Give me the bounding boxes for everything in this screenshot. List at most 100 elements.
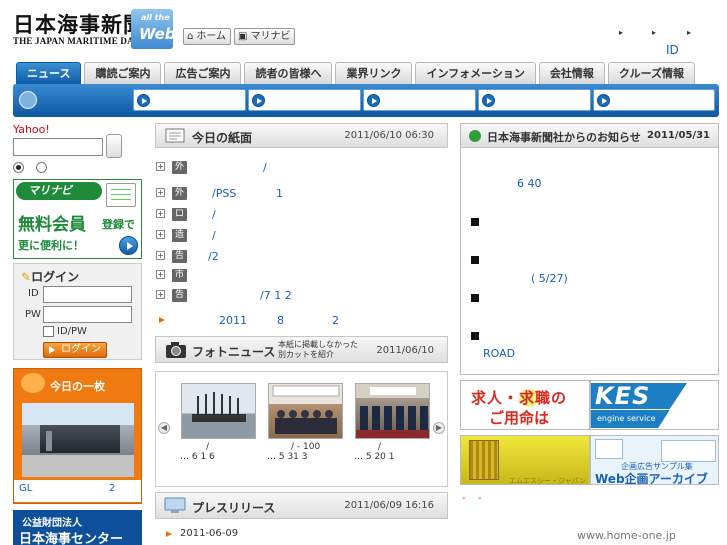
photo-of-the-day[interactable]: 今日の一枚 GL 2 [13,368,142,504]
web-archive-banner[interactable]: 企画広告サンプル集 Web企画アーカイブ [590,435,719,485]
photo-news-image[interactable] [268,383,343,439]
login-button[interactable]: ログイン [43,342,107,358]
sub-navigation [13,84,719,117]
expand-icon[interactable]: + [156,290,165,299]
tab-company[interactable]: 会社情報 [538,62,605,84]
tab-cruise[interactable]: クルーズ情報 [607,62,696,84]
page: { "header": { "logo_jp": "日本海事新聞", "logo… [0,0,727,545]
todays-paper-date: 2011/06/10 06:30 [344,130,434,141]
photo-caption-bottom[interactable]: … 5 20 1 [354,452,395,462]
marinavi-banner[interactable]: マリナビ 無料会員 登録で 更に便利に！ [13,179,142,259]
paper-footer-b[interactable]: 8 [277,314,284,327]
subnav-item[interactable] [593,89,715,111]
maritime-center-banner[interactable]: 公益財団法人 日本海事センター [13,510,142,545]
photo-news-image[interactable] [181,383,256,439]
press-release-date: 2011/06/09 16:16 [344,500,434,511]
photo-caption-top[interactable]: / - 100 [291,442,320,452]
notice-text[interactable]: 6 40 [517,177,542,190]
paper-footer-c[interactable]: 2 [332,314,339,327]
id-label: ID [28,288,39,299]
caption-text-b: 2 [109,483,116,494]
subnav-home-icon[interactable] [19,91,37,109]
expand-icon[interactable]: + [156,209,165,218]
login-title-text: ログイン [31,270,80,284]
marinavi-button[interactable]: ▣ マリナビ [234,28,296,45]
photo-news-note: 本紙に掲載しなかった 別カットを紹介 [278,340,358,360]
logo-japanese: 日本海事新聞 [13,12,145,37]
id-link[interactable]: ID [666,43,679,57]
press-release-header: プレスリリース 2011/06/09 16:16 [155,492,448,519]
job-ad-banner[interactable]: 求人・求職の ご用命は [460,380,590,430]
web-badge-small: all the [141,13,170,22]
photo-caption-top[interactable]: / [378,442,381,452]
remember-checkbox[interactable] [43,326,54,337]
search-button[interactable] [106,134,122,158]
subnav-item[interactable] [363,89,476,111]
notice-text[interactable]: ( 5/27) [531,272,568,285]
tab-readers[interactable]: 読者の皆様へ [244,62,333,84]
container-ad-banner[interactable]: エムエスシー・ジャパン [460,435,590,485]
kes-ad-banner[interactable]: KES engine service [590,380,719,430]
homeone-link[interactable]: www.home-one.jp [577,529,676,542]
subnav-item[interactable] [133,89,246,111]
todays-paper-title: 今日の紙面 [192,131,253,145]
carousel-next-icon[interactable]: ▶ [433,422,445,434]
expand-icon[interactable]: + [156,251,165,260]
subnav-item[interactable] [478,89,591,111]
ship-photo [192,392,246,422]
newspaper-icon [165,128,185,143]
expand-icon[interactable]: + [156,230,165,239]
notice-date: 2011/05/31 [647,130,710,141]
search-input[interactable] [13,138,103,156]
thumbnail-icon [661,440,716,462]
search-radio-site[interactable] [36,162,47,173]
marinavi-icon: ▣ [238,31,248,42]
tab-subscription[interactable]: 購読ご案内 [84,62,162,84]
arrow-icon[interactable]: ▸ [687,28,691,37]
photo-of-the-day-image[interactable] [22,403,134,477]
category-badge: 造船 [172,229,188,253]
banner-register-text: 登録で [102,218,135,231]
carousel-prev-icon[interactable]: ◀ [158,422,170,434]
todays-paper-header: 今日の紙面 2011/06/10 06:30 [155,123,448,148]
arrow-icon [159,317,165,323]
expand-icon[interactable]: + [156,162,165,171]
pw-label: PW [25,309,41,320]
footer-dash: - [478,493,482,504]
arrow-icon[interactable]: ▸ [619,28,623,37]
paper-row-text: / [263,161,267,174]
tab-information[interactable]: インフォメーション [415,62,536,84]
marinavi-label: マリナビ [250,31,291,42]
expand-icon[interactable]: + [156,270,165,279]
paper-footer-a[interactable]: 2011 [219,314,247,327]
photo-of-the-day-caption[interactable]: GL 2 [14,480,141,502]
photo-caption-bottom[interactable]: … 5 31 3 [267,452,308,462]
photo-caption-bottom[interactable]: … 6 1 6 [180,452,215,462]
id-field[interactable] [43,286,132,303]
site-logo[interactable]: 日本海事新聞 THE JAPAN MARITIME DAILY all the … [13,9,173,49]
paper-row-text-2: 1 [276,187,283,200]
photo-news-date: 2011/06/10 [376,345,434,356]
paper-row-text: /2 [208,250,219,263]
tab-industry-links[interactable]: 業界リンク [335,62,413,84]
expand-icon[interactable]: + [156,188,165,197]
tab-advertising[interactable]: 広告ご案内 [164,62,242,84]
tab-news[interactable]: ニュース [16,62,82,84]
web-badge: all the Web [131,9,173,49]
photo-news-image[interactable] [355,383,430,439]
subnav-item[interactable] [248,89,361,111]
photo-of-the-day-title: 今日の一枚 [50,380,105,393]
center-line-1: 公益財団法人 [22,518,82,529]
banner-free-text: 無料会員 [18,215,86,235]
notice-text[interactable]: ROAD [483,347,515,360]
container-ad-text: エムエスシー・ジャパン [509,477,586,485]
arrow-icon[interactable]: ▸ [652,28,656,37]
photo-caption-top[interactable]: / [206,442,209,452]
press-item-date[interactable]: 2011-06-09 [180,528,238,539]
search-radio-web[interactable] [13,162,24,173]
arrow-circle-icon [252,94,265,107]
caption-text-a: GL [19,483,33,494]
home-button[interactable]: ⌂ ホーム [183,28,232,45]
password-field[interactable] [43,306,132,323]
arrow-circle-icon [482,94,495,107]
